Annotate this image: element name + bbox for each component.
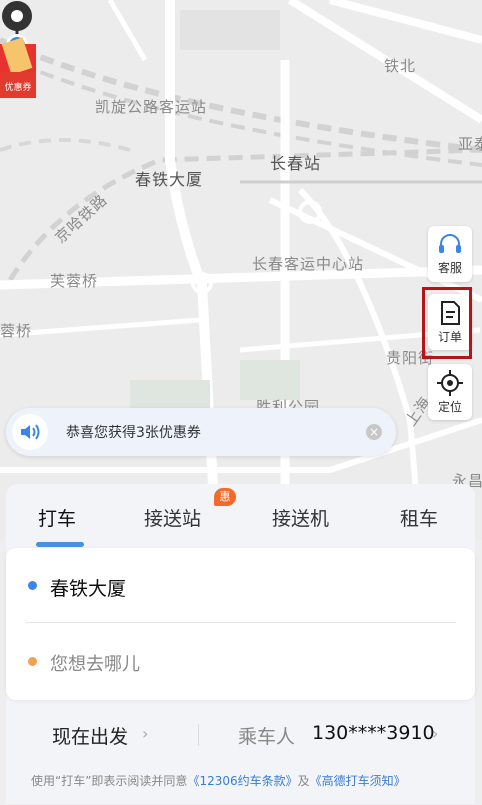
coupon-toast-text: 恭喜您获得3张优惠券 [66,425,201,441]
close-icon[interactable]: × [366,424,382,440]
ride-panel: 打车 接送站 惠 接送机 租车 春铁大厦 您想去哪儿 现在出发 › 乘车人 13… [6,484,475,804]
tab-station-transfer[interactable]: 接送站 [144,504,201,531]
agreement-prefix: 使用“打车”即表示阅读并同意 [31,774,188,788]
destination-field[interactable]: 您想去哪儿 [50,650,140,676]
agreement-text: 使用“打车”即表示阅读并同意《12306约车条款》及《高德打车须知》 [31,772,406,789]
crosshair-icon [437,369,463,396]
map-label-keyun: 长春客运中心站 [252,255,365,273]
coupon-promo-label: 优惠券 [4,81,31,93]
passenger-label[interactable]: 乘车人 [238,722,295,749]
trip-options-row: 现在出发 › 乘车人 130****3910 › [6,716,475,756]
origin-dot-icon [28,581,37,590]
map-view[interactable]: 铁北 凯旋公路客运站 长春站 春铁大厦 京哈铁路 芙蓉桥 长春客运中心站 蓉桥 … [0,0,482,540]
customer-service-label: 客服 [437,260,462,275]
locate-label: 定位 [437,399,462,414]
headset-icon [439,233,461,253]
route-card: 春铁大厦 您想去哪儿 [6,548,475,700]
active-tab-indicator [36,542,84,547]
service-tabs: 打车 接送站 惠 接送机 租车 [6,484,475,548]
customer-service-button[interactable]: 客服 [428,226,472,282]
map-label-changchun-station: 长春站 [270,154,322,173]
destination-dot-icon [28,657,37,666]
agreement-and: 及 [297,774,310,788]
map-label-furong: 芙蓉桥 [50,272,99,290]
coupon-toast[interactable]: 恭喜您获得3张优惠券 × [6,408,396,456]
chevron-right-icon: › [432,724,439,743]
route-divider [26,622,456,623]
map-label-ya: 亚泰 [458,135,482,153]
depart-time-button[interactable]: 现在出发 [52,722,128,749]
tab-taxi[interactable]: 打车 [38,504,76,531]
locate-button[interactable]: 定位 [428,364,472,420]
speaker-icon [12,414,48,450]
orders-highlight-box [422,287,472,359]
origin-field[interactable]: 春铁大厦 [50,574,126,601]
map-label-rongqiao: 蓉桥 [0,322,33,340]
agreement-link-12306[interactable]: 《12306约车条款》 [187,774,297,788]
passenger-phone[interactable]: 130****3910 [312,722,435,744]
chevron-right-icon: › [142,724,149,743]
agreement-link-amap[interactable]: 《高德打车须知》 [310,774,406,788]
tab-airport-transfer[interactable]: 接送机 [272,504,329,531]
map-label-chuntie: 春铁大厦 [135,170,204,189]
map-label-tiebei: 铁北 [384,57,417,75]
tab-car-rental[interactable]: 租车 [400,504,438,531]
map-label-kaixuan: 凯旋公路客运站 [95,98,208,116]
divider [198,724,199,746]
discount-badge: 惠 [214,488,236,506]
coupon-promo-icon[interactable]: 优惠券 [0,0,36,98]
